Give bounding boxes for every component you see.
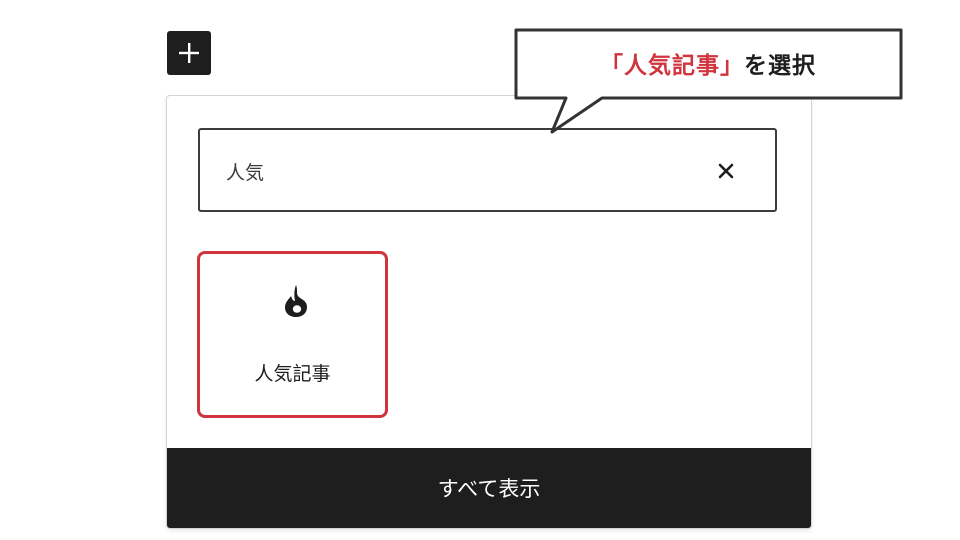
block-item-label: 人気記事 (254, 363, 331, 385)
show-all-button[interactable]: すべて表示 (167, 448, 811, 528)
search-field[interactable]: 人気 (198, 128, 777, 212)
block-item-popular-posts[interactable]: 人気記事 (197, 251, 388, 418)
callout-text: 「人気記事」 を選択 (514, 28, 902, 98)
callout-instruction: を選択 (744, 53, 816, 79)
plus-icon (179, 43, 199, 63)
add-block-button[interactable] (167, 31, 211, 75)
block-inserter-panel: 人気 人気記事 すべて表示 (167, 96, 811, 528)
flame-icon (283, 284, 309, 318)
callout-highlight: 「人気記事」 (600, 53, 744, 79)
search-input[interactable]: 人気 (226, 158, 264, 185)
close-icon[interactable] (713, 158, 739, 184)
